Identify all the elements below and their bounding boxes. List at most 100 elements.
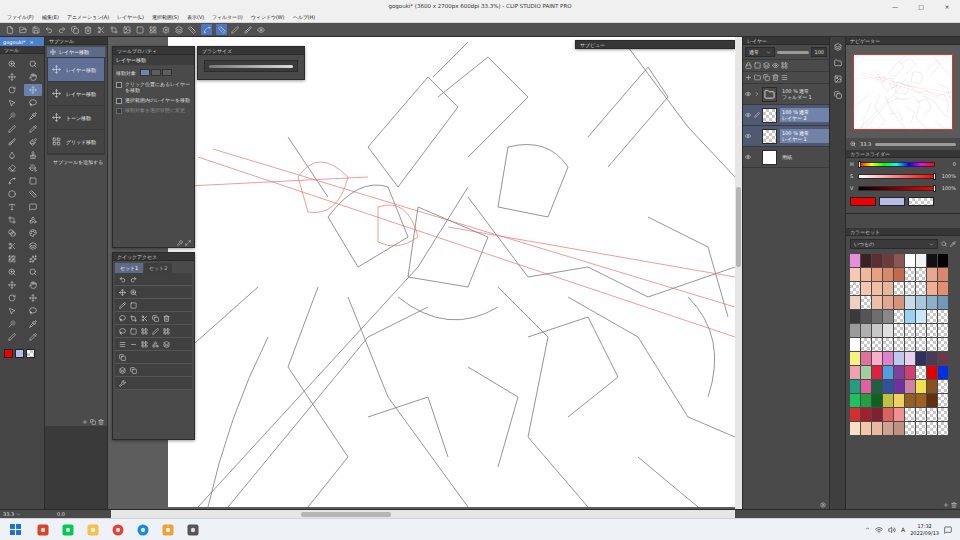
color-swatch[interactable] [927, 380, 937, 393]
color-swatch[interactable] [905, 394, 915, 407]
color-swatch[interactable] [883, 422, 893, 435]
color-swatch[interactable] [872, 324, 882, 337]
color-swatch[interactable] [905, 408, 915, 421]
checkbox[interactable] [116, 98, 122, 104]
color-chip[interactable] [850, 197, 876, 206]
tool-button[interactable] [3, 97, 21, 109]
scroll-thumb[interactable] [736, 187, 741, 267]
color-swatch[interactable] [850, 254, 860, 267]
tool-button[interactable] [3, 136, 21, 148]
color-swatch[interactable] [916, 282, 926, 295]
navigator-preview[interactable] [854, 55, 952, 129]
history-icon[interactable] [834, 91, 842, 99]
channel-track[interactable] [858, 174, 935, 179]
navigator-thumbnail[interactable] [853, 54, 953, 130]
color-swatch[interactable] [861, 352, 871, 365]
command-button[interactable] [173, 24, 184, 35]
color-swatch[interactable] [905, 324, 915, 337]
color-swatch[interactable] [938, 394, 948, 407]
windows-logo-icon[interactable] [10, 524, 21, 535]
layer-edit-cell[interactable] [753, 91, 761, 97]
command-button[interactable] [216, 24, 227, 35]
blend-mode-select[interactable]: 通常 [745, 47, 775, 57]
tool-button[interactable] [3, 266, 21, 278]
flip-icon[interactable] [119, 341, 126, 348]
color-swatch[interactable] [927, 352, 937, 365]
zoom-icon[interactable] [850, 141, 856, 147]
color-swatch[interactable] [905, 282, 915, 295]
volume-icon[interactable] [888, 526, 896, 534]
color-swatch[interactable] [894, 352, 904, 365]
plus-icon[interactable] [82, 419, 88, 425]
tool-button[interactable] [24, 188, 42, 200]
color-swatch[interactable] [883, 324, 893, 337]
layers-icon[interactable] [119, 367, 126, 374]
color-swatch[interactable] [938, 408, 948, 421]
color-swatch[interactable] [872, 338, 882, 351]
command-button[interactable] [56, 24, 67, 35]
pen-icon[interactable] [152, 328, 159, 335]
color-swatch[interactable] [916, 296, 926, 309]
command-button[interactable] [255, 24, 266, 35]
color-swatch[interactable] [916, 422, 926, 435]
color-swatch[interactable] [938, 422, 948, 435]
color-swatch[interactable] [894, 268, 904, 281]
crop-icon[interactable] [130, 315, 137, 322]
color-swatch[interactable] [850, 268, 860, 281]
trash-icon[interactable] [98, 419, 104, 425]
redo-icon[interactable] [130, 276, 137, 283]
quick-access-tab[interactable]: セット1 [115, 263, 143, 273]
command-button[interactable] [229, 24, 240, 35]
window-control-button[interactable]: × [934, 0, 960, 12]
tool-button[interactable] [24, 279, 42, 291]
color-swatch[interactable] [916, 338, 926, 351]
tool-button[interactable] [3, 292, 21, 304]
color-swatch[interactable] [861, 254, 871, 267]
color-swatch[interactable] [905, 380, 915, 393]
sub-tool-item[interactable]: レイヤー移動 [48, 58, 104, 82]
reference-icon[interactable] [763, 62, 770, 69]
taskbar-app[interactable] [105, 519, 130, 540]
tool-button[interactable] [3, 188, 21, 200]
brush-size-track[interactable] [204, 60, 298, 72]
color-swatch[interactable] [927, 408, 937, 421]
layers-icon[interactable] [163, 341, 170, 348]
menu-icon[interactable] [781, 74, 788, 81]
tool-button[interactable] [24, 71, 42, 83]
color-swatch[interactable] [872, 366, 882, 379]
menu-item[interactable]: 選択範囲(S) [152, 14, 179, 20]
color-chip[interactable] [4, 349, 13, 358]
tool-button[interactable] [3, 123, 21, 135]
color-swatch[interactable] [872, 394, 882, 407]
grid-icon[interactable] [141, 341, 148, 348]
expand-icon[interactable] [185, 240, 191, 246]
angle-status[interactable]: 0.0 [57, 511, 105, 517]
color-swatch[interactable] [894, 338, 904, 351]
quick-access-tab[interactable]: セット2 [144, 263, 172, 273]
image-icon[interactable] [834, 75, 842, 83]
tool-button[interactable] [3, 305, 21, 317]
color-chip[interactable] [15, 349, 24, 358]
menu-item[interactable]: フィルター(I) [212, 14, 242, 20]
color-swatch[interactable] [861, 394, 871, 407]
tool-button[interactable] [3, 201, 21, 213]
color-swatch[interactable] [894, 282, 904, 295]
color-swatch[interactable] [905, 296, 915, 309]
clock[interactable]: 17:322022/09/13 [910, 523, 939, 536]
command-button[interactable] [201, 24, 212, 35]
color-swatch[interactable] [894, 310, 904, 323]
channel-knob[interactable] [933, 185, 936, 192]
color-swatch[interactable] [861, 366, 871, 379]
color-swatch[interactable] [938, 366, 948, 379]
visibility-toggle[interactable] [743, 112, 753, 118]
color-swatch[interactable] [927, 254, 937, 267]
menu-item[interactable]: 表示(V) [187, 14, 204, 20]
color-swatch[interactable] [861, 310, 871, 323]
square-icon[interactable] [130, 302, 137, 309]
copy-icon[interactable] [130, 367, 137, 374]
taskbar-app[interactable] [180, 519, 205, 540]
color-swatch[interactable] [938, 324, 948, 337]
new-folder-icon[interactable] [754, 74, 761, 81]
zoom-icon[interactable] [130, 289, 137, 296]
command-button[interactable] [30, 24, 41, 35]
